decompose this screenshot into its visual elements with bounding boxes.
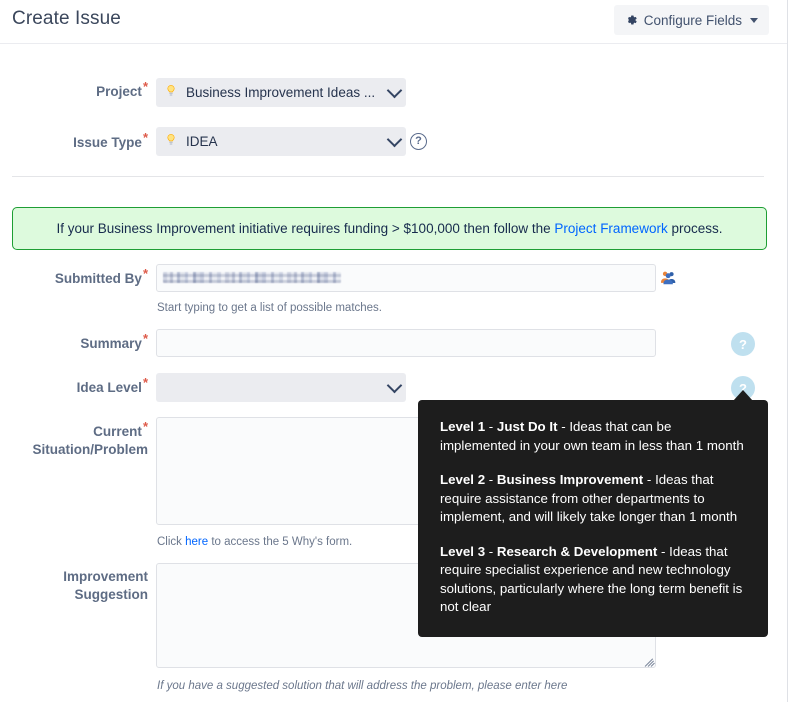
project-select[interactable]: Business Improvement Ideas ... bbox=[156, 78, 406, 107]
configure-fields-button[interactable]: Configure Fields bbox=[613, 5, 769, 35]
improvement-suggestion-hint: If you have a suggested solution that wi… bbox=[157, 680, 568, 692]
required-marker: * bbox=[142, 374, 148, 390]
tooltip-level-2: Level 2 - Business Improvement - Ideas t… bbox=[440, 472, 738, 524]
chevron-down-icon bbox=[386, 82, 403, 99]
summary-label: Summary* bbox=[80, 330, 148, 352]
summary-help-icon[interactable]: ? bbox=[731, 332, 755, 356]
project-framework-link[interactable]: Project Framework bbox=[554, 221, 667, 236]
issue-type-help-icon[interactable]: ? bbox=[410, 133, 427, 150]
chevron-down-icon bbox=[386, 377, 403, 394]
page-title: Create Issue bbox=[12, 8, 121, 29]
people-group-icon[interactable] bbox=[660, 270, 677, 290]
tooltip-arrow bbox=[733, 390, 753, 401]
summary-input[interactable] bbox=[156, 329, 656, 357]
page-header: Create Issue Configure Fields bbox=[0, 0, 787, 44]
configure-fields-label: Configure Fields bbox=[643, 12, 742, 28]
idea-level-tooltip: Level 1 - Just Do It - Ideas that can be… bbox=[418, 400, 768, 637]
submitted-by-redacted-value bbox=[163, 272, 341, 283]
issue-type-select[interactable]: IDEA bbox=[156, 127, 406, 156]
project-selected-value: Business Improvement Ideas ... bbox=[186, 85, 376, 100]
project-label: Project* bbox=[96, 78, 148, 100]
current-situation-hint: Click here to access the 5 Why's form. bbox=[157, 536, 353, 548]
idea-level-label: Idea Level* bbox=[76, 374, 148, 396]
five-whys-link[interactable]: here bbox=[185, 536, 208, 548]
gear-icon bbox=[624, 13, 638, 27]
section-divider bbox=[12, 176, 764, 177]
funding-notice-banner: If your Business Improvement initiative … bbox=[12, 207, 767, 250]
lightbulb-icon bbox=[164, 133, 178, 150]
submitted-by-hint: Start typing to get a list of possible m… bbox=[157, 302, 383, 314]
lightbulb-icon bbox=[164, 84, 178, 101]
required-marker: * bbox=[142, 78, 148, 94]
improvement-suggestion-label: Improvement Suggestion bbox=[63, 569, 148, 602]
tooltip-level-1: Level 1 - Just Do It - Ideas that can be… bbox=[440, 419, 744, 453]
required-marker: * bbox=[142, 418, 148, 434]
required-marker: * bbox=[142, 330, 148, 346]
tooltip-level-3: Level 3 - Research & Development - Ideas… bbox=[440, 543, 743, 615]
banner-text: If your Business Improvement initiative … bbox=[56, 220, 723, 236]
required-marker: * bbox=[142, 129, 148, 145]
issue-type-selected-value: IDEA bbox=[186, 134, 218, 149]
submitted-by-label: Submitted By* bbox=[54, 265, 148, 287]
required-marker: * bbox=[142, 265, 148, 281]
idea-level-select[interactable] bbox=[156, 373, 406, 402]
create-issue-page: Create Issue Configure Fields Project* B… bbox=[0, 0, 788, 702]
chevron-down-icon bbox=[750, 18, 758, 23]
issue-type-label: Issue Type* bbox=[73, 129, 148, 151]
current-situation-label: Current* Situation/Problem bbox=[32, 418, 148, 458]
chevron-down-icon bbox=[386, 131, 403, 148]
